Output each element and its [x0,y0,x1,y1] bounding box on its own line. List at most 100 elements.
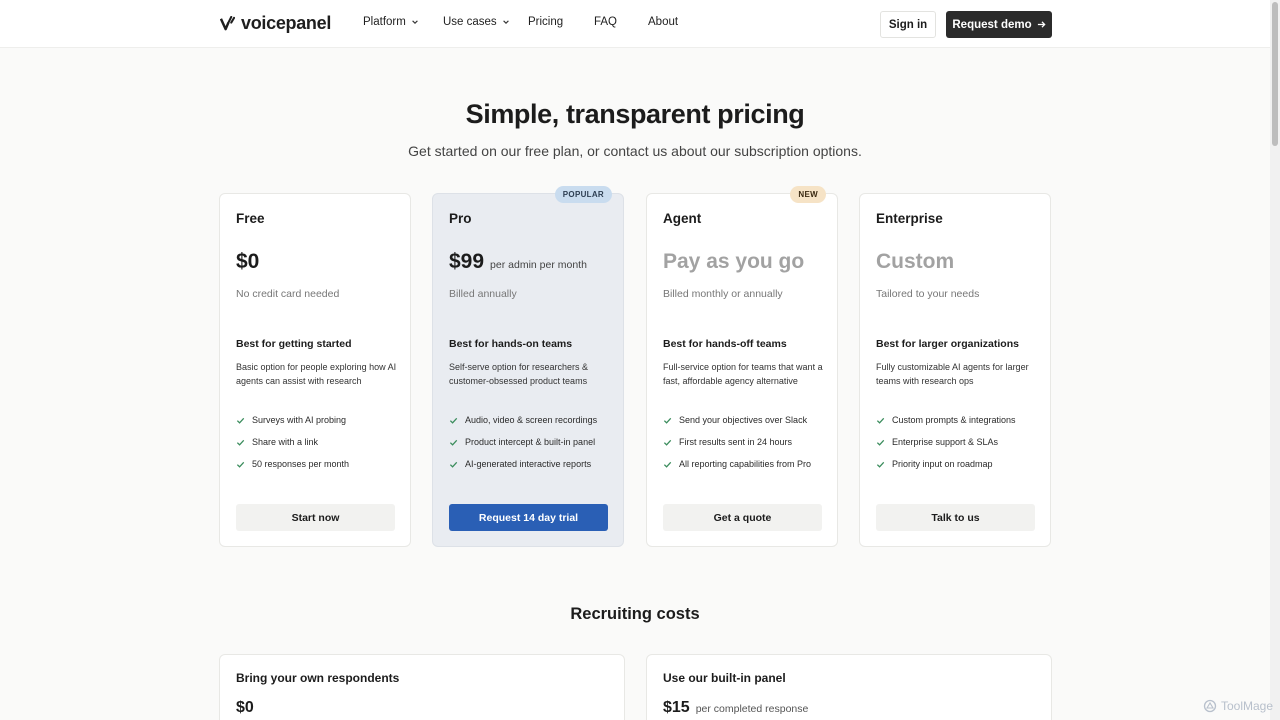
feature-text: Send your objectives over Slack [679,415,808,425]
feature-text: Product intercept & built-in panel [465,437,596,447]
check-icon [876,417,885,424]
popular-badge: POPULAR [554,186,612,203]
voicepanel-logo-icon [220,16,235,31]
sign-in-button[interactable]: Sign in [880,11,936,38]
check-icon [236,461,245,468]
feature-list: Custom prompts & integrations Enterprise… [876,409,1016,475]
billing-note: Tailored to your needs [876,288,980,300]
plan-description: Fully customizable AI agents for larger … [876,362,1029,386]
feature-item: Enterprise support & SLAs [876,431,1016,453]
plan-card-agent: NEW Agent Pay as you go Billed monthly o… [646,186,838,547]
plan-name: Agent [663,211,702,226]
talk-to-us-button[interactable]: Talk to us [876,504,1035,531]
nav-item-label: About [648,16,679,28]
feature-text: 50 responses per month [252,459,350,469]
feature-item: Product intercept & built-in panel [449,431,597,453]
plan-card-pro: POPULAR Pro $99 per admin per month Bill… [432,186,624,547]
plan-description: Full-service option for teams that want … [663,362,823,386]
scrollbar-thumb[interactable] [1272,2,1278,146]
feature-text: All reporting capabilities from Pro [679,459,812,469]
nav-item-pricing[interactable]: Pricing [528,16,563,28]
check-icon [449,461,458,468]
check-icon [876,461,885,468]
recruiting-option-name: Use our built-in panel [663,671,786,685]
check-icon [663,439,672,446]
feature-text: Share with a link [252,437,319,447]
plan-card-free: Free $0 No credit card needed Best for g… [219,193,411,547]
plan-name: Free [236,211,265,226]
feature-item: Surveys with AI probing [236,409,349,431]
plan-description: Basic option for people exploring how AI… [236,362,397,386]
feature-text: First results sent in 24 hours [679,437,793,447]
best-for: Best for hands-on teams [449,338,573,350]
new-badge: NEW [790,186,826,203]
plan-description: Self-serve option for researchers & cust… [449,362,589,386]
price-value: Custom [876,250,955,273]
chevron-down-icon [412,20,418,24]
nav-item-label: Platform [363,16,406,28]
nav-item-faq[interactable]: FAQ [594,16,617,28]
price-unit: per completed response [695,703,809,715]
feature-list: Surveys with AI probing Share with a lin… [236,409,349,475]
plan-price: Custom [876,250,954,274]
plan-price: Pay as you go [663,250,804,274]
request-demo-label: Request demo [952,18,1032,31]
get-quote-button[interactable]: Get a quote [663,504,822,531]
feature-text: Audio, video & screen recordings [465,415,598,425]
nav-item-platform[interactable]: Platform [363,16,419,28]
check-icon [236,439,245,446]
check-icon [449,439,458,446]
plan-price: $99 per admin per month [449,250,587,274]
watermark-logo-icon [1203,699,1217,713]
page-title: Simple, transparent pricing [465,99,805,129]
recruiting-option-price: $0 [236,699,254,717]
recruiting-option-own: Bring your own respondents $0 [219,654,625,720]
feature-item: First results sent in 24 hours [663,431,811,453]
check-icon [876,439,885,446]
price-unit: per admin per month [490,259,587,271]
feature-list: Send your objectives over Slack First re… [663,409,811,475]
recruiting-option-name: Bring your own respondents [236,671,400,685]
feature-item: Share with a link [236,431,349,453]
best-for: Best for larger organizations [876,338,1019,350]
feature-text: Surveys with AI probing [252,415,347,425]
billing-note: Billed annually [449,288,517,300]
logo-text: voicepanel [241,13,332,33]
price-value: $99 [449,250,485,273]
recruiting-option-panel: Use our built-in panel $15 per completed… [646,654,1052,720]
plan-name: Pro [449,211,472,226]
request-demo-button[interactable]: Request demo [946,11,1052,38]
recruiting-option-price: $15 per completed response [663,699,808,717]
feature-text: Priority input on roadmap [892,459,993,469]
page-subtitle: Get started on our free plan, or contact… [408,143,862,159]
feature-text: Enterprise support & SLAs [892,437,999,447]
billing-note: Billed monthly or annually [663,288,783,300]
feature-list: Audio, video & screen recordings Product… [449,409,597,475]
recruiting-costs-heading: Recruiting costs [570,605,700,623]
plan-price: $0 [236,250,259,274]
feature-item: Priority input on roadmap [876,453,1016,475]
nav-item-use-cases[interactable]: Use cases [443,16,510,28]
nav-item-label: FAQ [594,16,618,28]
feature-text: Custom prompts & integrations [892,415,1016,425]
feature-item: AI-generated interactive reports [449,453,597,475]
plan-name: Enterprise [876,211,943,226]
best-for: Best for hands-off teams [663,338,787,350]
request-trial-button[interactable]: Request 14 day trial [449,504,608,531]
watermark-text: ToolMage [1221,699,1274,713]
feature-text: AI-generated interactive reports [465,459,592,469]
best-for: Best for getting started [236,338,352,350]
feature-item: 50 responses per month [236,453,349,475]
nav-item-label: Pricing [528,16,564,28]
check-icon [236,417,245,424]
logo[interactable]: voicepanel [220,13,331,34]
page-scrollbar[interactable] [1270,0,1280,720]
feature-item: Custom prompts & integrations [876,409,1016,431]
nav-item-about[interactable]: About [648,16,678,28]
arrow-right-icon [1037,21,1046,28]
top-nav: voicepanel Platform Use cases Pricing FA… [0,0,1270,48]
check-icon [449,417,458,424]
price-value: $0 [236,250,260,273]
start-now-button[interactable]: Start now [236,504,395,531]
price-value: $0 [236,699,254,716]
